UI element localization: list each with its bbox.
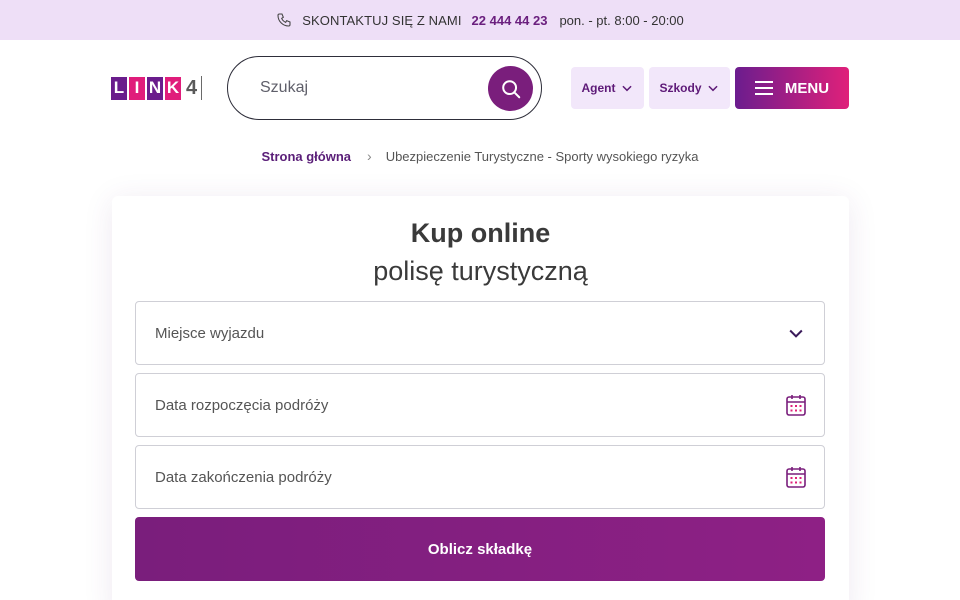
destination-placeholder: Miejsce wyjazdu — [155, 324, 265, 342]
claims-label: Szkody — [659, 81, 702, 95]
logo-letter: N — [147, 76, 163, 100]
calendar-icon[interactable] — [786, 394, 806, 416]
chevron-down-icon — [789, 329, 803, 338]
search-input[interactable] — [260, 79, 480, 97]
phone-number-link[interactable]: 22 444 44 23 — [472, 13, 548, 28]
logo-letter: L — [111, 76, 127, 100]
agent-label: Agent — [581, 81, 616, 95]
agent-dropdown-button[interactable]: Agent — [571, 67, 644, 109]
office-hours: pon. - pt. 8:00 - 20:00 — [559, 12, 684, 28]
breadcrumb-separator: › — [367, 148, 372, 164]
form-subtitle: polisę turystyczną — [373, 256, 588, 286]
end-date-field[interactable]: Data zakończenia podróży — [135, 445, 825, 509]
breadcrumb-home-link[interactable]: Strona główna — [261, 149, 351, 164]
end-date-placeholder: Data zakończenia podróży — [155, 468, 332, 486]
claims-dropdown-button[interactable]: Szkody — [649, 67, 730, 109]
quote-form-card: Kup online polisę turystyczną Miejsce wy… — [112, 196, 849, 600]
start-date-field[interactable]: Data rozpoczęcia podróży — [135, 373, 825, 437]
contact-label: SKONTAKTUJ SIĘ Z NAMI — [302, 12, 462, 28]
search-bar — [227, 56, 542, 120]
breadcrumb-current: Ubezpieczenie Turystyczne - Sporty wysok… — [385, 148, 699, 164]
chevron-down-icon — [621, 85, 632, 92]
form-title: Kup online — [410, 218, 551, 248]
link4-logo[interactable]: L I N K 4 — [111, 76, 203, 100]
calculate-premium-label: Oblicz składkę — [427, 540, 533, 558]
calendar-icon[interactable] — [786, 466, 806, 488]
chevron-down-icon — [707, 85, 718, 92]
hamburger-icon — [754, 81, 773, 95]
logo-divider — [201, 76, 203, 100]
phone-icon — [277, 13, 291, 27]
start-date-placeholder: Data rozpoczęcia podróży — [155, 396, 329, 414]
menu-button[interactable]: MENU — [735, 67, 849, 109]
calculate-premium-button[interactable]: Oblicz składkę — [135, 517, 825, 581]
logo-digit: 4 — [186, 76, 198, 99]
search-button[interactable] — [488, 66, 533, 111]
contact-bar: SKONTAKTUJ SIĘ Z NAMI 22 444 44 23 pon. … — [0, 0, 960, 40]
destination-select[interactable]: Miejsce wyjazdu — [135, 301, 825, 365]
logo-letter: I — [129, 76, 145, 100]
search-icon — [501, 79, 520, 98]
breadcrumb: Strona główna › Ubezpieczenie Turystyczn… — [0, 148, 960, 164]
logo-letter: K — [165, 76, 181, 100]
menu-label: MENU — [784, 79, 830, 97]
